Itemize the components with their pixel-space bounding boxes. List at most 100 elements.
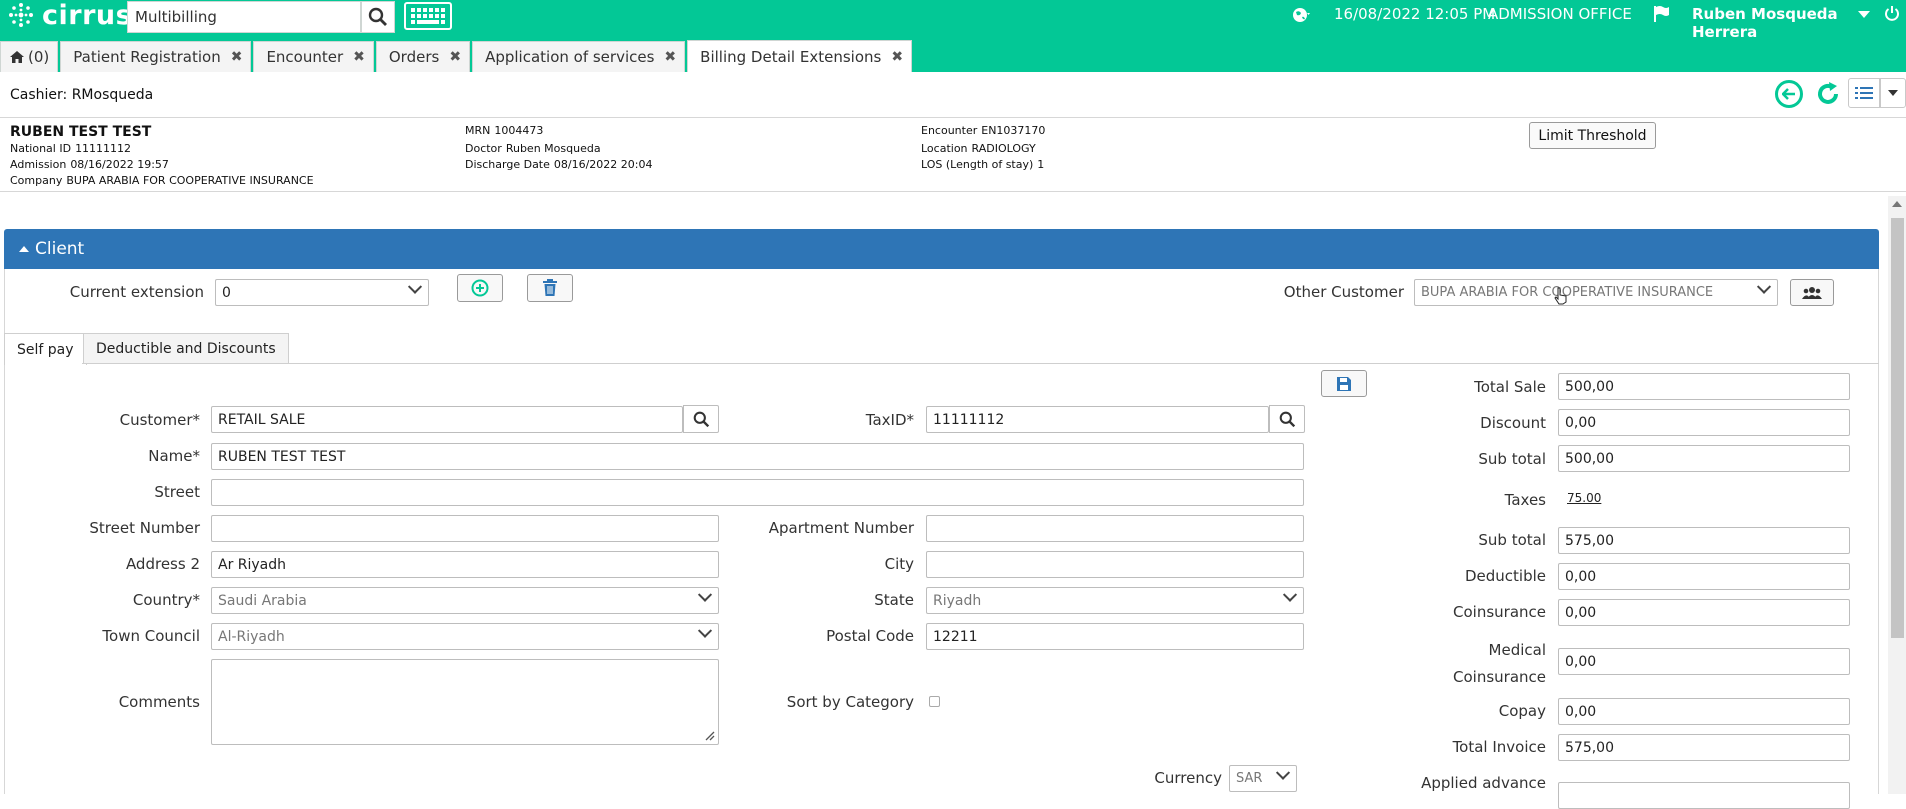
scroll-up-icon[interactable] xyxy=(1892,200,1902,208)
state-value: Riyadh xyxy=(933,592,982,609)
close-icon[interactable]: ✖ xyxy=(231,49,243,65)
cirrus-logo[interactable]: cirrus xyxy=(6,0,133,31)
taxid-label: TaxID* xyxy=(865,411,914,429)
apartment-number-label: Apartment Number xyxy=(768,519,914,537)
power-icon[interactable] xyxy=(1884,5,1900,21)
patient-name: RUBEN TEST TEST xyxy=(10,124,152,140)
panel-title: Client xyxy=(35,239,85,259)
scrollbar-thumb[interactable] xyxy=(1891,218,1904,638)
deductible-label: Deductible xyxy=(1464,567,1546,585)
total-sale-label: Total Sale xyxy=(1474,378,1546,396)
taxes-link[interactable]: 75.00 xyxy=(1567,491,1601,505)
customer-input[interactable]: RETAIL SALE xyxy=(211,406,683,433)
cashier-label: Cashier: RMosqueda xyxy=(10,87,154,103)
currency-value: SAR xyxy=(1236,771,1263,786)
users-icon xyxy=(1802,286,1822,299)
subtotal-after-tax-input[interactable]: 575,00 xyxy=(1558,527,1850,554)
currency-select[interactable]: SAR xyxy=(1229,765,1297,792)
comments-label: Comments xyxy=(118,693,200,711)
total-invoice-input[interactable]: 575,00 xyxy=(1558,734,1850,761)
add-extension-button[interactable] xyxy=(457,274,503,302)
tab-orders[interactable]: Orders ✖ xyxy=(375,41,471,72)
mrn-value: 1004473 xyxy=(494,124,544,137)
total-invoice-label: Total Invoice xyxy=(1452,738,1546,756)
current-extension-select[interactable]: 0 xyxy=(215,279,429,306)
customer-search-button[interactable] xyxy=(683,405,719,433)
national-id-label: National ID xyxy=(10,142,72,155)
tab-encounter[interactable]: Encounter ✖ xyxy=(253,41,374,72)
top-bar: cirrus Multibilling 16/08/2022 12:05 PM … xyxy=(0,0,1906,72)
current-datetime: 16/08/2022 12:05 PM xyxy=(1334,5,1496,23)
close-icon[interactable]: ✖ xyxy=(664,49,676,65)
floppy-disk-icon xyxy=(1337,376,1351,391)
hand-cursor-icon xyxy=(1554,287,1567,305)
apartment-number-input[interactable] xyxy=(926,515,1304,542)
keyboard-button[interactable] xyxy=(404,2,452,30)
address2-input[interactable]: Ar Riyadh xyxy=(211,551,719,578)
medical-coinsurance-label-line1: Medical xyxy=(1488,641,1546,659)
deductible-input[interactable]: 0,00 xyxy=(1558,563,1850,590)
town-council-label: Town Council xyxy=(102,627,200,645)
tab-label: Orders xyxy=(388,48,440,66)
coinsurance-input[interactable]: 0,00 xyxy=(1558,599,1850,626)
postal-code-input[interactable]: 12211 xyxy=(926,623,1304,650)
total-sale-input[interactable]: 500,00 xyxy=(1558,373,1850,400)
taxid-input[interactable]: 11111112 xyxy=(926,406,1269,433)
medical-coinsurance-label: Medical Coinsurance xyxy=(1400,637,1546,691)
global-search-button[interactable] xyxy=(361,1,395,33)
save-button[interactable] xyxy=(1321,370,1367,397)
global-search-input[interactable]: Multibilling xyxy=(127,1,361,33)
tab-home[interactable]: (0) xyxy=(0,41,59,72)
resize-handle-icon[interactable] xyxy=(703,729,715,741)
globe-icon[interactable] xyxy=(1292,7,1310,23)
limit-threshold-button[interactable]: Limit Threshold xyxy=(1529,122,1656,149)
tab-billing-detail-extensions[interactable]: Billing Detail Extensions ✖ xyxy=(687,40,913,72)
tab-patient-registration[interactable]: Patient Registration ✖ xyxy=(60,41,252,72)
national-id-value: 11111112 xyxy=(75,142,132,155)
user-menu-caret-icon[interactable] xyxy=(1858,11,1870,19)
list-view-button[interactable] xyxy=(1848,78,1880,108)
refresh-button[interactable] xyxy=(1814,80,1842,112)
subtab-deductible-discounts[interactable]: Deductible and Discounts xyxy=(83,333,289,364)
subtab-self-pay[interactable]: Self pay xyxy=(4,333,87,365)
town-council-select[interactable]: Al-Riyadh xyxy=(211,623,719,650)
trash-icon xyxy=(543,279,557,296)
street-label: Street xyxy=(154,483,200,501)
tab-label: Application of services xyxy=(485,48,655,66)
tab-application-of-services[interactable]: Application of services ✖ xyxy=(472,41,686,72)
user-menu[interactable]: Ruben Mosqueda Herrera xyxy=(1692,5,1906,41)
flag-icon[interactable] xyxy=(1652,5,1670,23)
country-value: Saudi Arabia xyxy=(218,592,307,609)
street-input[interactable] xyxy=(211,479,1304,506)
city-input[interactable] xyxy=(926,551,1304,578)
delete-extension-button[interactable] xyxy=(527,274,573,302)
customers-group-button[interactable] xyxy=(1790,279,1834,306)
medical-coinsurance-label-line2: Coinsurance xyxy=(1453,668,1546,686)
client-panel-header[interactable]: Client xyxy=(4,229,1879,269)
country-select[interactable]: Saudi Arabia xyxy=(211,587,719,614)
logo-text: cirrus xyxy=(42,0,133,31)
tab-label: Billing Detail Extensions xyxy=(700,47,882,66)
chevron-down-icon xyxy=(1888,89,1898,96)
state-select[interactable]: Riyadh xyxy=(926,587,1304,614)
search-icon xyxy=(693,411,709,427)
street-number-label: Street Number xyxy=(89,519,200,537)
sort-by-category-checkbox[interactable] xyxy=(929,696,940,707)
close-icon[interactable]: ✖ xyxy=(353,49,365,65)
taxid-search-button[interactable] xyxy=(1269,405,1305,433)
street-number-input[interactable] xyxy=(211,515,719,542)
comments-textarea[interactable] xyxy=(211,659,719,745)
name-input[interactable]: RUBEN TEST TEST xyxy=(211,443,1304,470)
discount-input[interactable]: 0,00 xyxy=(1558,409,1850,436)
applied-advance-input[interactable] xyxy=(1558,782,1850,809)
back-button[interactable] xyxy=(1775,80,1803,108)
copay-input[interactable]: 0,00 xyxy=(1558,698,1850,725)
close-icon[interactable]: ✖ xyxy=(449,49,461,65)
list-icon xyxy=(1855,87,1873,99)
more-options-button[interactable] xyxy=(1880,78,1906,108)
medical-coinsurance-input[interactable]: 0,00 xyxy=(1558,648,1850,675)
close-icon[interactable]: ✖ xyxy=(891,49,903,65)
other-customer-select[interactable]: BUPA ARABIA FOR COOPERATIVE INSURANCE xyxy=(1414,279,1778,306)
subtotal-input[interactable]: 500,00 xyxy=(1558,445,1850,472)
search-icon xyxy=(1279,411,1295,427)
